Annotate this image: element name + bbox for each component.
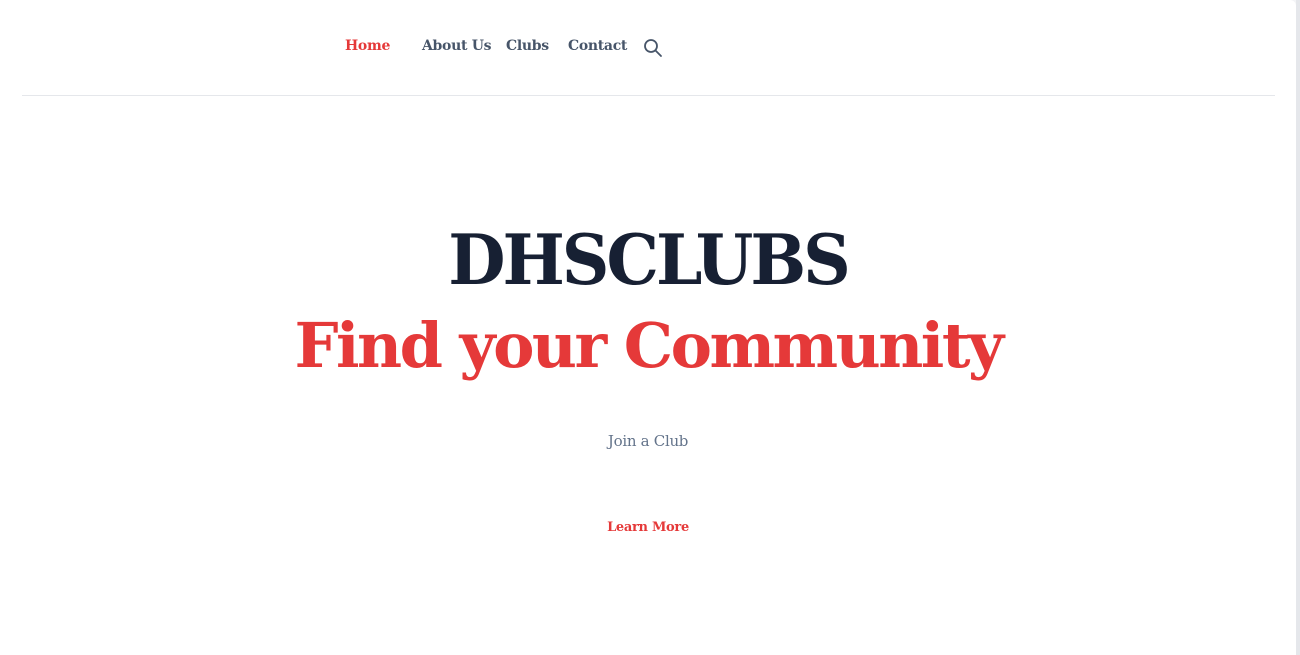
hero-title: DHSCLUBS	[448, 219, 851, 301]
nav-item-clubs[interactable]: Clubs	[506, 36, 549, 56]
nav-item-home[interactable]: Home	[345, 36, 390, 56]
page: Home About Us Clubs Contact DHSCLUBS Fin…	[0, 0, 1296, 655]
hero-subtitle: Find your Community	[294, 309, 1004, 382]
nav-item-contact[interactable]: Contact	[568, 36, 627, 56]
hero-section: DHSCLUBS Find your Community Join a Club…	[0, 96, 1296, 655]
scrollbar-track[interactable]	[1296, 0, 1300, 655]
search-button[interactable]	[642, 37, 664, 59]
hero-tagline: Join a Club	[607, 432, 689, 450]
search-icon	[644, 39, 662, 57]
top-navbar: Home About Us Clubs Contact	[0, 0, 1296, 95]
nav-item-about-us[interactable]: About Us	[422, 36, 492, 56]
learn-more-link[interactable]: Learn More	[548, 517, 748, 539]
